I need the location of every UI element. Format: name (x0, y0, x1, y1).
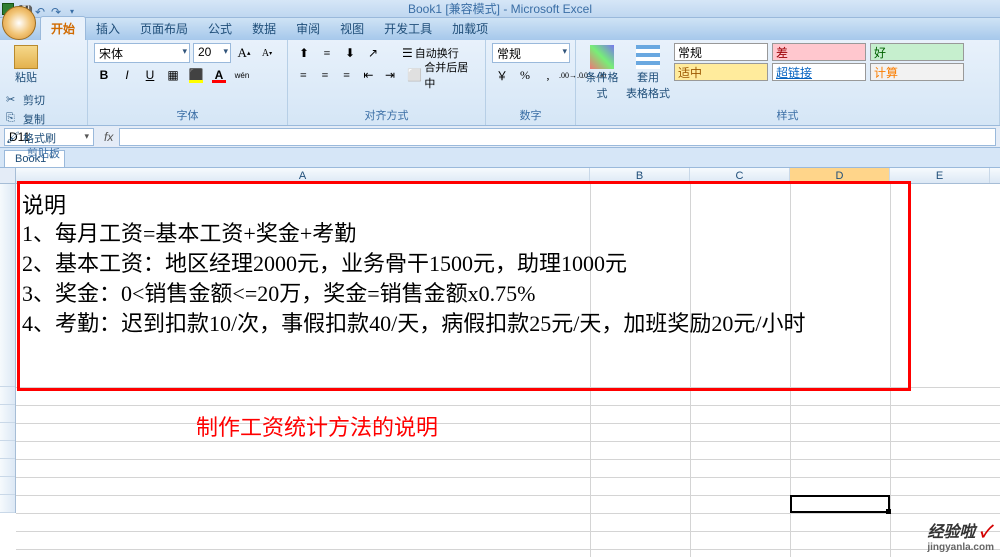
text-line3: 3、奖金：0<销售金额<=20万，奖金=销售金额x0.75% (22, 276, 535, 308)
grow-font-button[interactable]: A▴ (234, 43, 254, 63)
window-title: Book1 [兼容模式] - Microsoft Excel (408, 2, 592, 16)
text-line4: 4、考勤：迟到扣款10/次，事假扣款40/天，病假扣款25元/天，加班奖励20元… (22, 306, 805, 338)
group-clipboard: 粘贴 ✂剪切 ⎘复制 🖌格式刷 剪贴板 (0, 40, 88, 125)
row-7[interactable] (0, 477, 15, 495)
merge-button[interactable]: ⬜合并后居中 (402, 65, 479, 85)
text-line1: 1、每月工资=基本工资+奖金+考勤 (22, 216, 356, 248)
qat-dropdown-icon[interactable]: ▾ (66, 3, 78, 15)
table-format-button[interactable]: 套用 表格格式 (628, 43, 668, 103)
cond-format-icon (590, 45, 614, 69)
tab-review[interactable]: 审阅 (286, 17, 330, 40)
ribbon: 粘贴 ✂剪切 ⎘复制 🖌格式刷 剪贴板 宋体 20 A▴ A▾ B I U ▦ (0, 40, 1000, 126)
formula-bar: D11 ▾ fx (0, 126, 1000, 148)
painter-button[interactable]: 🖌格式刷 (6, 129, 56, 147)
merge-icon: ⬜ (407, 68, 422, 82)
style-bad[interactable]: 差 (772, 43, 866, 61)
caption-text: 制作工资统计方法的说明 (196, 410, 438, 442)
active-cell-d11[interactable] (790, 495, 890, 513)
workbook-tabs: Book1 * (0, 148, 1000, 168)
style-link[interactable]: 超链接 (772, 63, 866, 81)
bold-button[interactable]: B (94, 65, 114, 85)
indent-dec-button[interactable]: ⇤ (359, 65, 378, 85)
phonetic-button[interactable]: wén (232, 65, 252, 85)
row-1[interactable] (0, 184, 15, 387)
currency-button[interactable]: ￥ (492, 65, 512, 85)
text-line2: 2、基本工资：地区经理2000元，业务骨干1500元，助理1000元 (22, 246, 627, 278)
row-headers (0, 184, 16, 513)
style-neutral[interactable]: 适中 (674, 63, 768, 81)
align-center-button[interactable]: ≡ (316, 65, 335, 85)
ribbon-tabs: 开始 插入 页面布局 公式 数据 审阅 视图 开发工具 加载项 (0, 18, 1000, 40)
border-button[interactable]: ▦ (163, 65, 183, 85)
tab-dev[interactable]: 开发工具 (374, 17, 442, 40)
watermark: 经验啦 ✓ jingyanla.com (927, 518, 994, 553)
align-middle-button[interactable]: ≡ (317, 43, 337, 63)
underline-button[interactable]: U (140, 65, 160, 85)
copy-icon: ⎘ (6, 112, 20, 126)
copy-button[interactable]: ⎘复制 (6, 110, 56, 128)
tab-insert[interactable]: 插入 (86, 17, 130, 40)
group-font: 宋体 20 A▴ A▾ B I U ▦ ⬛ A wén 字体 (88, 40, 288, 125)
style-calc[interactable]: 计算 (870, 63, 964, 81)
group-alignment: ⬆ ≡ ⬇ ↗ ☰自动换行 ≡ ≡ ≡ ⇤ ⇥ ⬜合并后居中 对齐方式 (288, 40, 486, 125)
orientation-button[interactable]: ↗ (363, 43, 383, 63)
row-5[interactable] (0, 441, 15, 459)
indent-inc-button[interactable]: ⇥ (381, 65, 400, 85)
table-icon (636, 45, 660, 69)
wrap-icon: ☰ (402, 46, 413, 60)
font-size-select[interactable]: 20 (193, 43, 231, 63)
shrink-font-button[interactable]: A▾ (257, 43, 277, 63)
tab-layout[interactable]: 页面布局 (130, 17, 198, 40)
tab-formula[interactable]: 公式 (198, 17, 242, 40)
comma-button[interactable]: , (538, 65, 558, 85)
cells-area[interactable]: 说明 1、每月工资=基本工资+奖金+考勤 2、基本工资：地区经理2000元，业务… (16, 184, 1000, 557)
align-top-button[interactable]: ⬆ (294, 43, 314, 63)
group-styles: 条件格式 套用 表格格式 常规 差 好 适中 超链接 计算 样式 (576, 40, 1000, 125)
percent-button[interactable]: % (515, 65, 535, 85)
tab-home[interactable]: 开始 (40, 16, 86, 40)
style-good[interactable]: 好 (870, 43, 964, 61)
title-bar: 💾 ↶ ↷ ▾ Book1 [兼容模式] - Microsoft Excel (0, 0, 1000, 18)
cut-button[interactable]: ✂剪切 (6, 91, 56, 109)
fill-color-button[interactable]: ⬛ (186, 65, 206, 85)
cond-format-button[interactable]: 条件格式 (582, 43, 622, 103)
brush-icon: 🖌 (6, 131, 20, 145)
paste-icon (14, 45, 38, 69)
align-bottom-button[interactable]: ⬇ (340, 43, 360, 63)
select-all-corner[interactable] (0, 168, 16, 184)
font-name-select[interactable]: 宋体 (94, 43, 190, 63)
row-2[interactable] (0, 387, 15, 405)
group-number: 常规 ￥ % , .00→.0 .0→.00 数字 (486, 40, 576, 125)
row-3[interactable] (0, 405, 15, 423)
font-color-button[interactable]: A (209, 65, 229, 85)
align-right-button[interactable]: ≡ (337, 65, 356, 85)
tab-data[interactable]: 数据 (242, 17, 286, 40)
row-6[interactable] (0, 459, 15, 477)
check-icon: ✓ (980, 524, 991, 541)
redo-icon[interactable]: ↷ (50, 3, 62, 15)
scissors-icon: ✂ (6, 93, 20, 107)
italic-button[interactable]: I (117, 65, 137, 85)
formula-input[interactable] (119, 128, 996, 146)
number-format-select[interactable]: 常规 (492, 43, 570, 63)
style-normal[interactable]: 常规 (674, 43, 768, 61)
align-left-button[interactable]: ≡ (294, 65, 313, 85)
paste-button[interactable]: 粘贴 (6, 43, 46, 87)
fx-icon[interactable]: fx (104, 130, 113, 144)
tab-view[interactable]: 视图 (330, 17, 374, 40)
chevron-down-icon[interactable]: ▾ (84, 131, 89, 142)
row-8[interactable] (0, 495, 15, 513)
office-button[interactable] (2, 6, 36, 40)
tab-addin[interactable]: 加载项 (442, 17, 498, 40)
worksheet[interactable]: A B C D E 说明 1、每月工资=基本工资+奖金+考勤 2、基本工资：地区… (0, 168, 1000, 557)
undo-icon[interactable]: ↶ (34, 3, 46, 15)
row-4[interactable] (0, 423, 15, 441)
